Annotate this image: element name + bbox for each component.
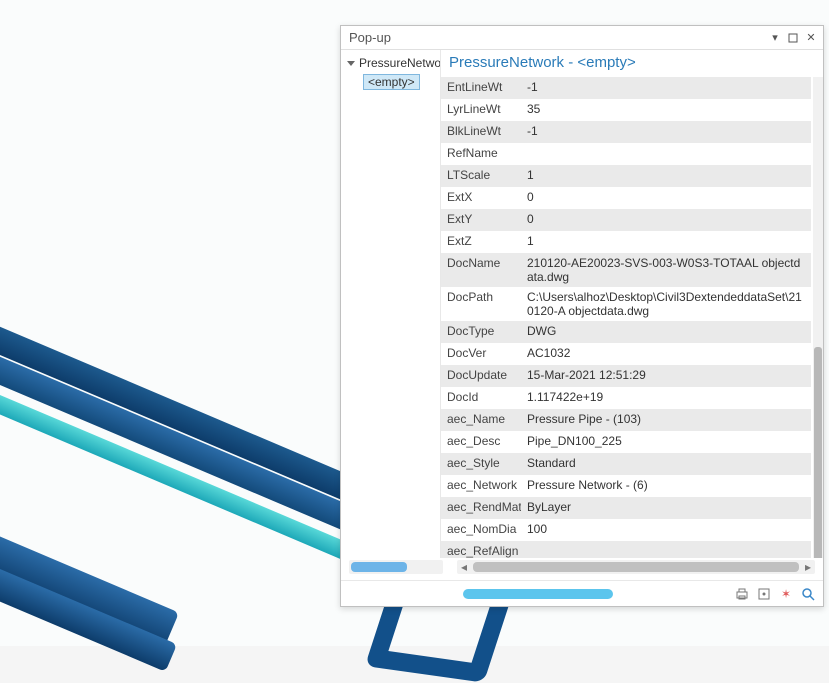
attribute-value: 0 — [521, 187, 811, 209]
attribute-value — [521, 143, 811, 165]
attribute-value: 1 — [521, 165, 811, 187]
attribute-row[interactable]: DocUpdate15-Mar-2021 12:51:29 — [441, 365, 823, 387]
attribute-key: aec_Desc — [441, 431, 521, 453]
attribute-key: ExtZ — [441, 231, 521, 253]
attribute-value: 210120-AE20023-SVS-003-W0S3-TOTAAL objec… — [521, 253, 811, 287]
attribute-key: aec_Network — [441, 475, 521, 497]
attribute-key: aec_NomDia — [441, 519, 521, 541]
attribute-key: LTScale — [441, 165, 521, 187]
attribute-value: 35 — [521, 99, 811, 121]
select-icon[interactable] — [755, 585, 773, 603]
attribute-value: Pressure Network - (6) — [521, 475, 811, 497]
attribute-row[interactable]: aec_NamePressure Pipe - (103) — [441, 409, 823, 431]
feature-tree: PressureNetwork <empty> — [341, 50, 441, 558]
scrollbar-thumb[interactable] — [814, 347, 822, 558]
vertical-scrollbar[interactable] — [813, 77, 823, 558]
attribute-value: AC1032 — [521, 343, 811, 365]
popup-footer: ✶ — [341, 580, 823, 606]
scroll-right-icon[interactable]: ▸ — [801, 560, 815, 574]
scrollbar-thumb[interactable] — [473, 562, 799, 572]
attribute-grid: EntLineWt-1LyrLineWt35BlkLineWt-1RefName… — [441, 77, 823, 558]
attribute-row[interactable]: LTScale1 — [441, 165, 823, 187]
attribute-value: 100 — [521, 519, 811, 541]
attribute-value: 1.117422e+19 — [521, 387, 811, 409]
tree-root-label: PressureNetwork — [359, 56, 441, 70]
attribute-row[interactable]: aec_RendMatByLayer — [441, 497, 823, 519]
scrollbar-thumb[interactable] — [351, 562, 407, 572]
attribute-value: -1 — [521, 77, 811, 99]
grid-horizontal-scrollbar[interactable]: ◂ ▸ — [457, 560, 815, 574]
attribute-row[interactable]: aec_NetworkPressure Network - (6) — [441, 475, 823, 497]
attribute-key: aec_RefAlign — [441, 541, 521, 558]
attribute-row[interactable]: ExtY0 — [441, 209, 823, 231]
tree-horizontal-scrollbar[interactable] — [349, 560, 443, 574]
attribute-row[interactable]: aec_NomDia100 — [441, 519, 823, 541]
tree-child-label: <empty> — [363, 74, 420, 90]
popup-panel: Pop-up ▾ ✕ PressureNetwork <empty> Press… — [340, 25, 824, 607]
attribute-row[interactable]: aec_StyleStandard — [441, 453, 823, 475]
attribute-row[interactable]: aec_RefAlign — [441, 541, 823, 558]
attribute-key: ExtX — [441, 187, 521, 209]
print-icon[interactable] — [733, 585, 751, 603]
attribute-value: -1 — [521, 121, 811, 143]
attribute-key: EntLineWt — [441, 77, 521, 99]
attribute-value: C:\Users\alhoz\Desktop\Civil3Dextendedda… — [521, 287, 811, 321]
attribute-header: PressureNetwork - <empty> — [441, 50, 823, 77]
scroll-left-icon[interactable]: ◂ — [457, 560, 471, 574]
attribute-value: 1 — [521, 231, 811, 253]
attribute-key: aec_Style — [441, 453, 521, 475]
footer-mark — [347, 589, 729, 599]
attribute-key: DocId — [441, 387, 521, 409]
attribute-key: RefName — [441, 143, 521, 165]
attribute-value — [521, 541, 811, 558]
attribute-row[interactable]: DocVerAC1032 — [441, 343, 823, 365]
attribute-row[interactable]: aec_DescPipe_DN100_225 — [441, 431, 823, 453]
attribute-row[interactable]: RefName — [441, 143, 823, 165]
attribute-row[interactable]: ExtZ1 — [441, 231, 823, 253]
attribute-key: DocVer — [441, 343, 521, 365]
attribute-key: BlkLineWt — [441, 121, 521, 143]
attribute-row[interactable]: DocId1.117422e+19 — [441, 387, 823, 409]
attribute-row[interactable]: DocPathC:\Users\alhoz\Desktop\Civil3Dext… — [441, 287, 823, 321]
attribute-row[interactable]: DocName210120-AE20023-SVS-003-W0S3-TOTAA… — [441, 253, 823, 287]
close-icon[interactable]: ✕ — [803, 30, 819, 46]
attribute-key: DocType — [441, 321, 521, 343]
attribute-key: DocPath — [441, 287, 521, 321]
attribute-value: 15-Mar-2021 12:51:29 — [521, 365, 811, 387]
titlebar[interactable]: Pop-up ▾ ✕ — [341, 26, 823, 50]
attribute-key: DocUpdate — [441, 365, 521, 387]
attribute-row[interactable]: BlkLineWt-1 — [441, 121, 823, 143]
attribute-key: ExtY — [441, 209, 521, 231]
attribute-row[interactable]: EntLineWt-1 — [441, 77, 823, 99]
flash-icon[interactable]: ✶ — [777, 585, 795, 603]
zoom-to-icon[interactable] — [799, 585, 817, 603]
panel-title: Pop-up — [349, 30, 765, 45]
chevron-down-icon — [347, 61, 355, 66]
attribute-row[interactable]: ExtX0 — [441, 187, 823, 209]
tree-child-item[interactable]: <empty> — [341, 72, 440, 92]
attribute-value: Pressure Pipe - (103) — [521, 409, 811, 431]
attribute-key: DocName — [441, 253, 521, 287]
attribute-key: LyrLineWt — [441, 99, 521, 121]
attribute-value: DWG — [521, 321, 811, 343]
attribute-panel: PressureNetwork - <empty> EntLineWt-1Lyr… — [441, 50, 823, 558]
minimize-icon[interactable] — [785, 30, 801, 46]
attribute-value: 0 — [521, 209, 811, 231]
tree-root-item[interactable]: PressureNetwork — [341, 54, 440, 72]
menu-dropdown-icon[interactable]: ▾ — [767, 30, 783, 46]
attribute-key: aec_RendMat — [441, 497, 521, 519]
attribute-value: Standard — [521, 453, 811, 475]
attribute-row[interactable]: DocTypeDWG — [441, 321, 823, 343]
attribute-row[interactable]: LyrLineWt35 — [441, 99, 823, 121]
attribute-key: aec_Name — [441, 409, 521, 431]
attribute-value: Pipe_DN100_225 — [521, 431, 811, 453]
attribute-value: ByLayer — [521, 497, 811, 519]
